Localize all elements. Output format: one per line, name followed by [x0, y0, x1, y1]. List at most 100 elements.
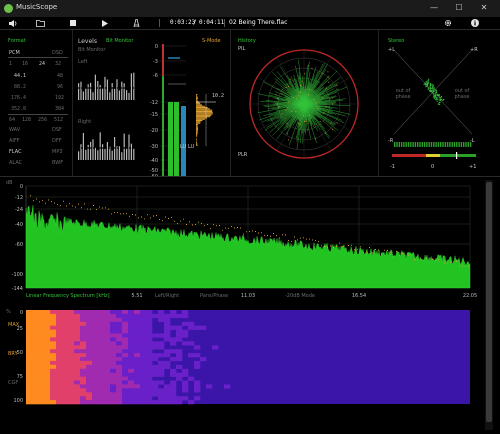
spectrogram-cell [80, 337, 87, 342]
loudness-histogram-bar [196, 138, 197, 140]
spectrogram-cell [50, 384, 57, 389]
spectrogram-cell [98, 329, 105, 334]
spectrogram-cell [122, 380, 129, 385]
spectrogram-cell [38, 325, 45, 330]
spectrogram-cell [62, 357, 69, 362]
spectrogram-cell [128, 310, 135, 315]
spectrogram-cell [170, 400, 177, 405]
spectrum-mode-label[interactable]: Linear Frequency Spectrum [kHz] [26, 293, 110, 299]
spectrogram-cell [104, 325, 111, 330]
spectrogram-cell [170, 372, 177, 377]
stop-icon[interactable] [70, 20, 76, 26]
spectrogram-cell [86, 337, 93, 342]
spectrogram-cell [134, 380, 141, 385]
spectrogram-cell [146, 388, 153, 393]
spectrogram-cell [74, 310, 81, 315]
bit-column [130, 73, 132, 100]
scrollbar-thumb[interactable] [486, 182, 492, 422]
spectrogram-cell [116, 388, 123, 393]
spectrogram-cell [62, 360, 69, 366]
scope-sample [434, 90, 436, 92]
scope-sample [427, 80, 429, 82]
spectrogram-cell [146, 337, 153, 342]
spectrogram-cell [128, 341, 135, 346]
spectrogram-cell [74, 345, 81, 350]
stereo-balance-segment [451, 142, 453, 147]
spectrogram-cell [68, 317, 75, 322]
spectrogram-cell [74, 321, 81, 326]
gear-icon[interactable] [444, 19, 452, 27]
close-button[interactable]: ✕ [478, 3, 490, 12]
spectrogram-cell [26, 357, 33, 362]
spectrogram-cell [62, 329, 69, 334]
spectrogram-cell [62, 376, 69, 381]
loudness-histogram-bar [196, 104, 202, 106]
level-tick-label: -15 [150, 112, 158, 118]
bit-column [109, 92, 111, 100]
spectrogram-cell [74, 376, 81, 381]
spectrogram-cell [68, 376, 75, 381]
spectrogram-cell [56, 345, 63, 350]
spectrogram-cell [158, 396, 165, 401]
spectrogram-cell [134, 341, 141, 346]
rate-384: 384 [55, 106, 65, 112]
spectrogram-cell [116, 325, 123, 330]
folder-icon[interactable] [36, 20, 45, 27]
spectrogram-cell [182, 388, 189, 393]
spectrogram-cell [98, 372, 105, 377]
spectrogram-cell [74, 313, 81, 319]
toolbar-divider [159, 19, 160, 27]
spectrogram-cell [98, 357, 105, 362]
metronome-icon[interactable] [133, 19, 140, 27]
spectrogram-cell [182, 310, 189, 315]
spectrogram-cell [44, 368, 51, 373]
spectrogram-cell [68, 368, 75, 373]
maximize-button[interactable]: ☐ [453, 3, 465, 12]
spectrogram-cell [110, 337, 117, 342]
spectrogram-cell [128, 396, 135, 401]
spectrogram-cell [68, 329, 75, 334]
spectrogram-cell [38, 321, 45, 326]
speaker-icon[interactable] [9, 20, 18, 27]
spectrogram-cell [92, 364, 99, 369]
spectrogram-cell [26, 376, 33, 381]
rate-192: 192 [55, 95, 65, 101]
spectrogram-cell [140, 376, 147, 381]
spectrogram-cell [134, 400, 141, 405]
scope-sample [439, 101, 441, 103]
spectrogram-cell [122, 310, 129, 315]
spectrogram-cell [56, 372, 63, 377]
spectrogram-cell [146, 333, 153, 338]
spectrogram-cell [62, 310, 69, 315]
track-name: 02 Being There.flac [229, 19, 288, 26]
spectrogram-cell [194, 396, 201, 401]
spectrogram-cell [188, 376, 195, 381]
spectrogram-cell [56, 317, 63, 322]
spectrogram-cell [110, 349, 117, 354]
spectrogram-cell [74, 388, 81, 393]
minus-20db-option[interactable]: -20dB Mode [285, 293, 315, 299]
spectrogram-cell [176, 325, 183, 330]
pans-phase-option[interactable]: Pans/Phase [200, 293, 228, 299]
spectrogram-cell [158, 345, 165, 350]
bit-monitor-tab[interactable]: Bit Monitor [106, 38, 133, 44]
minimize-button[interactable]: — [428, 3, 440, 12]
spectrogram-cell [98, 392, 105, 397]
play-icon[interactable] [102, 20, 108, 27]
spectrogram-cell [62, 364, 69, 369]
spectrogram-cell [140, 400, 147, 405]
spectrogram-cell [38, 372, 45, 377]
left-right-option[interactable]: Left/Right [155, 293, 179, 299]
spectrogram-cell [62, 333, 69, 338]
info-icon[interactable] [471, 19, 479, 27]
spectrogram-cell [26, 345, 33, 350]
loudness-histogram-bar [196, 123, 198, 125]
spectrogram-cell [116, 400, 123, 405]
spectrogram-cell [104, 341, 111, 346]
vertical-scrollbar[interactable] [485, 180, 493, 430]
spectrogram-cell [134, 313, 141, 319]
spectrogram-cell [104, 337, 111, 342]
spectrogram-cell [80, 357, 87, 362]
spectrogram-cell [86, 341, 93, 346]
stereo-balance-segment [463, 142, 465, 147]
